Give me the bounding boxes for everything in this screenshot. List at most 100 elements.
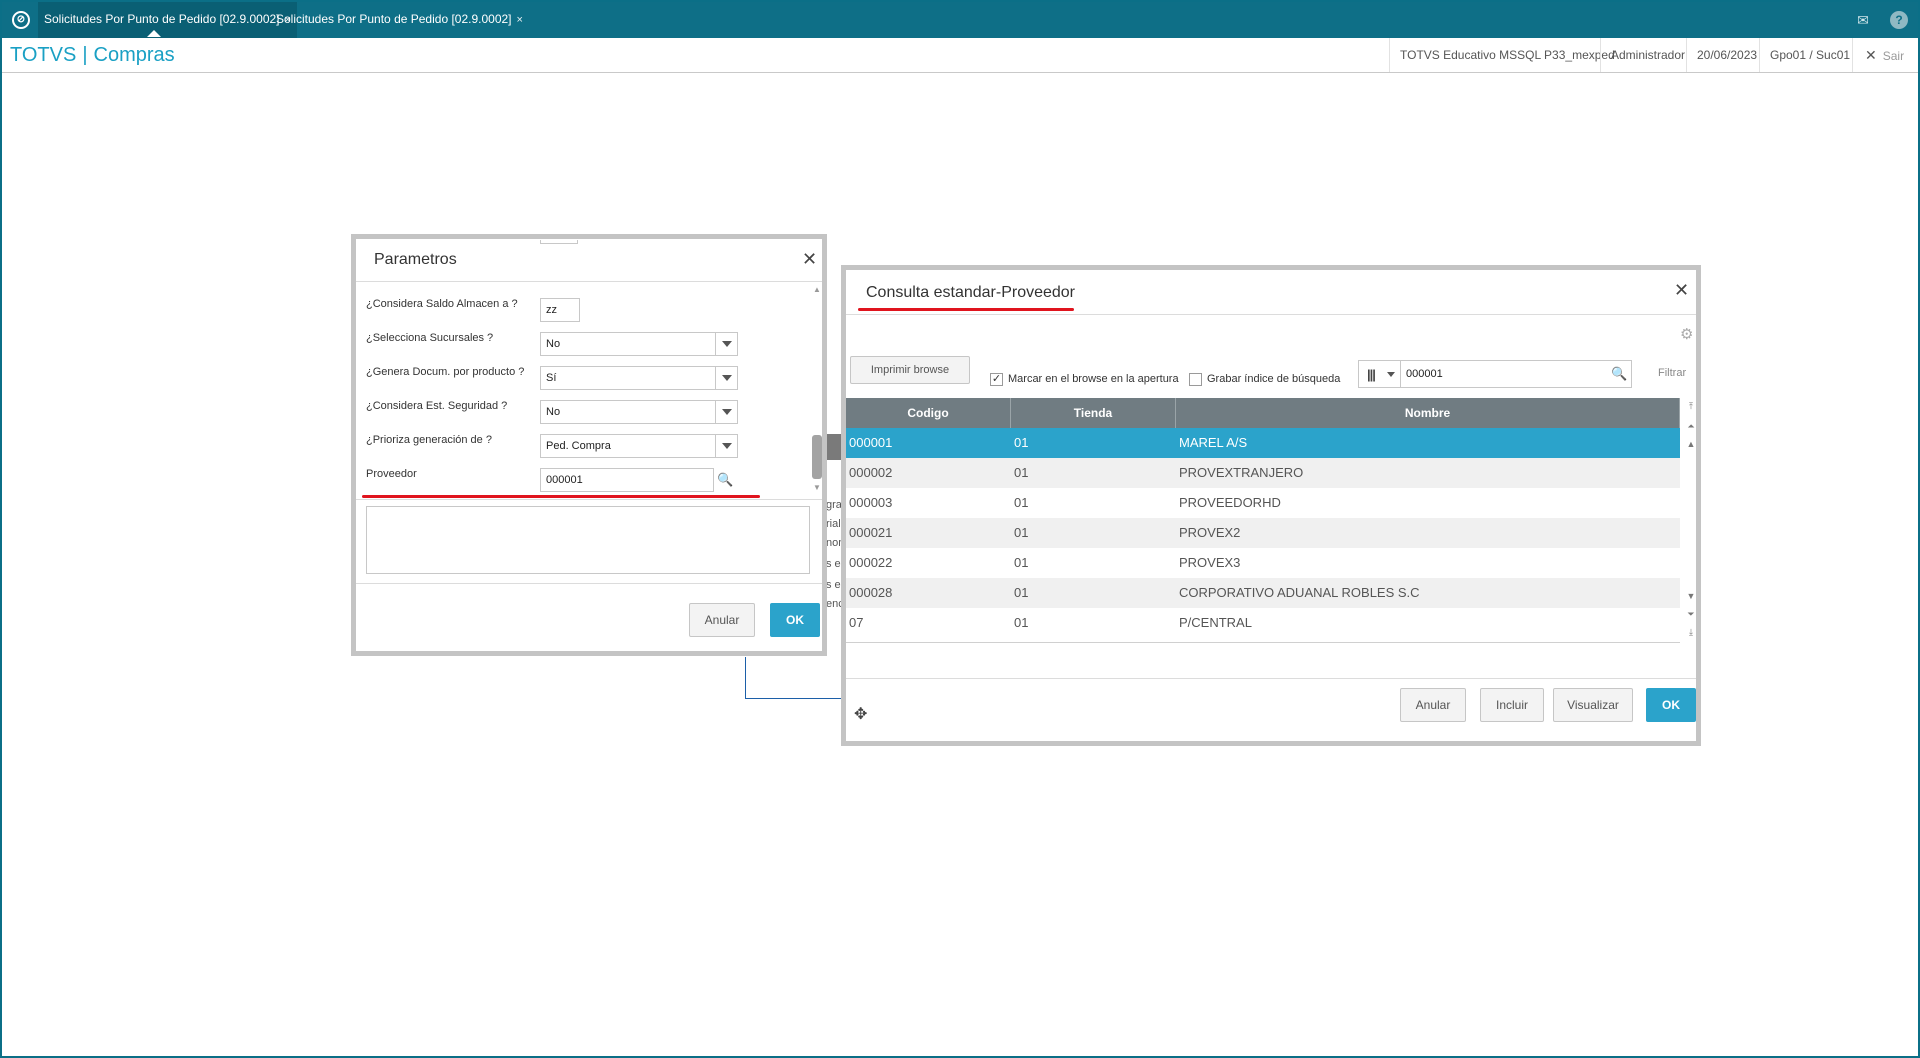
ok-button[interactable]: OK: [1646, 688, 1696, 722]
divider: [846, 678, 1696, 679]
proveedor-input[interactable]: 000001: [540, 468, 714, 492]
scroll-bottom-icon[interactable]: ⤓: [1685, 626, 1697, 638]
cell-tienda: 01: [1014, 585, 1029, 600]
est-seguridad-select[interactable]: No: [540, 400, 738, 424]
scroll-up-icon[interactable]: ▲: [1685, 438, 1697, 450]
cell-nombre: PROVEEDORHD: [1179, 495, 1281, 510]
table-row[interactable]: 000022 01 PROVEX3: [846, 548, 1680, 578]
cell-nombre: PROVEX2: [1179, 525, 1241, 540]
table-row[interactable]: 000001 01 MAREL A/S: [846, 428, 1680, 458]
user-info[interactable]: Administrador: [1600, 38, 1695, 72]
divider: [846, 314, 1696, 315]
app-header: TOTVS | Compras TOTVS Educativo MSSQL P33_…: [2, 38, 1918, 73]
date-info[interactable]: 20/06/2023: [1686, 38, 1767, 72]
filter-link[interactable]: Filtrar: [1658, 367, 1686, 379]
save-index-checkbox[interactable]: [1189, 373, 1202, 386]
chevron-down-icon[interactable]: [715, 401, 737, 423]
branch-info[interactable]: Gpo01 / Suc01: [1759, 38, 1860, 72]
select-value: No: [546, 406, 561, 418]
mark-browse-checkbox[interactable]: ✓: [990, 373, 1003, 386]
tab-solicitudes-1[interactable]: Solicitudes Por Punto de Pedido [02.9.00…: [38, 2, 297, 38]
cell-nombre: CORPORATIVO ADUANAL ROBLES S.C: [1179, 585, 1420, 600]
print-browse-button[interactable]: Imprimir browse: [850, 356, 970, 384]
app-logo-icon[interactable]: ⊘: [12, 11, 30, 29]
search-icon[interactable]: 🔍: [1611, 366, 1627, 382]
close-icon[interactable]: ✕: [1674, 280, 1689, 301]
page-down-icon[interactable]: ⏷: [1685, 608, 1697, 620]
logout-button[interactable]: ✕ Sair: [1852, 38, 1904, 72]
help-icon[interactable]: ?: [1890, 11, 1908, 29]
close-icon: ✕: [1865, 47, 1877, 63]
saldo-almacen-input[interactable]: zz: [540, 298, 580, 322]
top-tab-bar: ⊘ Solicitudes Por Punto de Pedido [02.9.…: [2, 2, 1918, 38]
sucursales-select[interactable]: No: [540, 332, 738, 356]
table-row[interactable]: 000003 01 PROVEEDORHD: [846, 488, 1680, 518]
highlight-underline: [362, 495, 760, 498]
search-icon[interactable]: 🔍: [717, 472, 733, 488]
scroll-down-icon[interactable]: ▼: [1685, 590, 1697, 602]
table-row[interactable]: 000002 01 PROVEXTRANJERO: [846, 458, 1680, 488]
gear-icon[interactable]: ⚙: [1680, 325, 1693, 343]
close-icon[interactable]: ✕: [802, 249, 817, 270]
cell-codigo: 000028: [849, 585, 893, 600]
column-header-tienda[interactable]: Tienda: [1011, 398, 1176, 428]
logout-label: Sair: [1882, 49, 1905, 63]
mark-browse-label: Marcar en el browse en la apertura: [1008, 373, 1179, 385]
cell-tienda: 01: [1014, 495, 1029, 510]
grid-header: Codigo Tienda Nombre: [846, 398, 1680, 428]
ok-button[interactable]: OK: [770, 603, 820, 637]
chevron-down-icon[interactable]: [715, 333, 737, 355]
chevron-down-icon[interactable]: [715, 367, 737, 389]
field-label: ¿Genera Docum. por producto ?: [366, 366, 525, 378]
cancel-button[interactable]: Anular: [1400, 688, 1466, 722]
scrollbar[interactable]: ▲ ▼: [812, 285, 822, 493]
divider: [356, 583, 822, 584]
dialog-title: Parametros: [374, 251, 457, 268]
active-tab-indicator: [147, 30, 161, 37]
mail-icon[interactable]: ✉: [1854, 11, 1872, 29]
chevron-down-icon: [1387, 372, 1395, 377]
grid-scrollbar[interactable]: ⤒ ⏶ ▲ ▼ ⏷ ⤓: [1683, 398, 1699, 643]
table-row[interactable]: 000021 01 PROVEX2: [846, 518, 1680, 548]
help-textarea[interactable]: [366, 506, 810, 574]
prioriza-select[interactable]: Ped. Compra: [540, 434, 738, 458]
chevron-down-icon[interactable]: [715, 435, 737, 457]
field-label: ¿Considera Est. Seguridad ?: [366, 400, 508, 412]
environment-info[interactable]: TOTVS Educativo MSSQL P33_mexped: [1389, 38, 1625, 72]
scroll-up-icon[interactable]: ▲: [812, 285, 822, 295]
select-value: Sí: [546, 372, 557, 384]
table-row[interactable]: 000028 01 CORPORATIVO ADUANAL ROBLES S.C: [846, 578, 1680, 608]
tab-label: Solicitudes Por Punto de Pedido [02.9.00…: [44, 12, 280, 26]
brand-title: TOTVS | Compras: [10, 44, 175, 67]
table-row[interactable]: 07 01 P/CENTRAL: [846, 608, 1680, 638]
tab-solicitudes-2[interactable]: Solicitudes Por Punto de Pedido [02.9.00…: [270, 2, 529, 38]
page-up-icon[interactable]: ⏶: [1685, 420, 1697, 432]
move-icon[interactable]: ✥: [854, 704, 867, 724]
index-selector[interactable]: |||: [1359, 361, 1401, 387]
cancel-button[interactable]: Anular: [689, 603, 755, 637]
field-label: ¿Considera Saldo Almacen a ?: [366, 298, 518, 310]
search-field[interactable]: ||| 000001 🔍: [1358, 360, 1632, 388]
scroll-top-icon[interactable]: ⤒: [1685, 400, 1697, 412]
flow-connector: [745, 657, 746, 699]
genera-docum-select[interactable]: Sí: [540, 366, 738, 390]
cell-codigo: 000001: [849, 435, 893, 450]
background-text: rial: [826, 518, 841, 530]
cell-codigo: 000021: [849, 525, 893, 540]
scroll-down-icon[interactable]: ▼: [812, 483, 822, 493]
include-button[interactable]: Incluir: [1480, 688, 1544, 722]
cell-tienda: 01: [1014, 435, 1029, 450]
field-label: ¿Prioriza generación de ?: [366, 434, 492, 446]
parametros-dialog: Parametros ✕ ¿Considera Saldo Almacen a …: [351, 234, 827, 656]
cell-codigo: 000022: [849, 555, 893, 570]
tab-close-icon[interactable]: ×: [517, 14, 523, 26]
view-button[interactable]: Visualizar: [1553, 688, 1633, 722]
proveedor-grid: Codigo Tienda Nombre 000001 01 MAREL A/S…: [846, 398, 1680, 643]
scroll-thumb[interactable]: [812, 435, 822, 479]
cell-codigo: 07: [849, 615, 864, 630]
divider: [356, 281, 822, 282]
column-header-codigo[interactable]: Codigo: [846, 398, 1011, 428]
search-input[interactable]: 000001: [1406, 361, 1443, 387]
column-header-nombre[interactable]: Nombre: [1176, 398, 1680, 428]
flow-connector: [745, 698, 845, 699]
